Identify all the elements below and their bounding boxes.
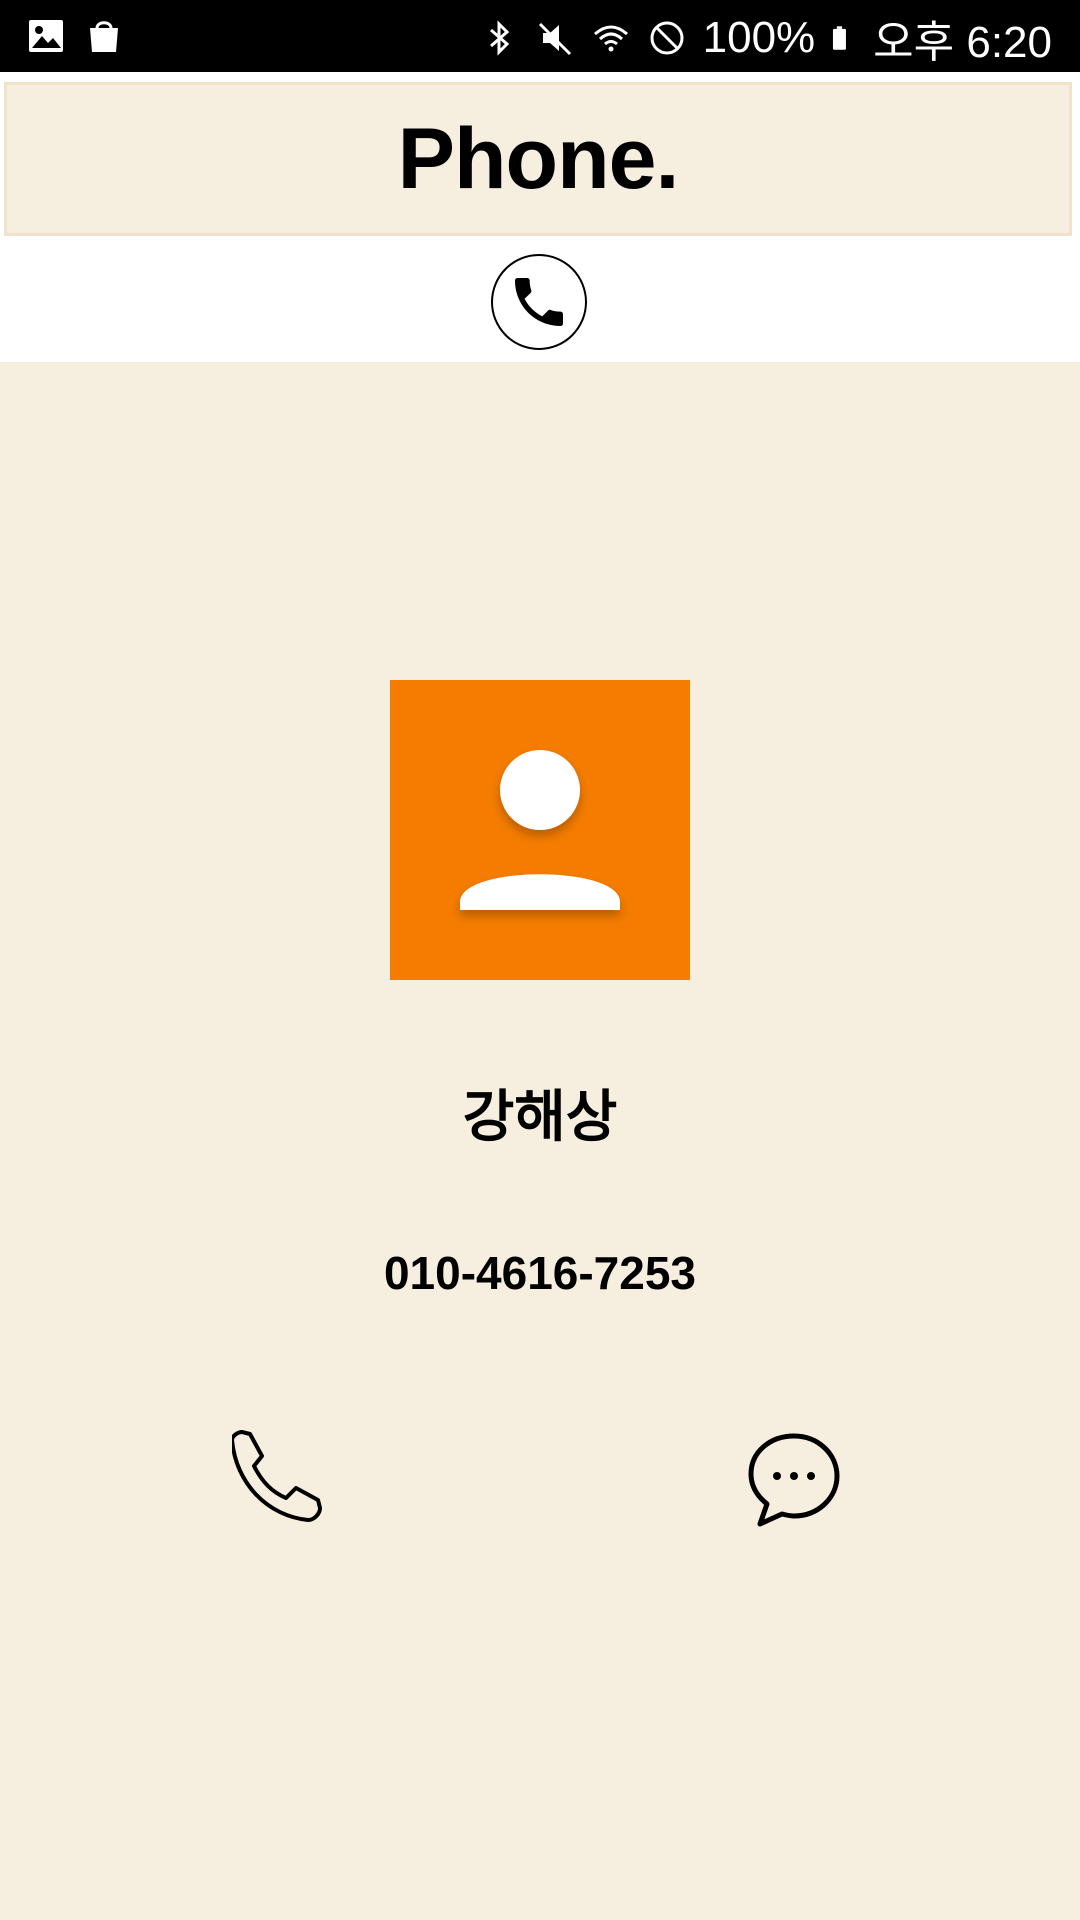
battery-icon: [833, 26, 847, 50]
header-phone-button[interactable]: [491, 254, 587, 350]
person-icon: [460, 750, 620, 910]
message-button[interactable]: [744, 1430, 844, 1530]
contact-phone-number: 010-4616-7253: [383, 1247, 697, 1299]
mute-icon: [538, 22, 571, 56]
page-title: Phone.: [397, 110, 680, 207]
gallery-icon: [29, 20, 63, 52]
phone-icon: [515, 278, 563, 326]
contact-name: 강해상: [462, 1085, 618, 1150]
do-not-disturb-icon: [650, 21, 684, 55]
call-icon: [230, 1430, 322, 1522]
call-button[interactable]: [230, 1430, 332, 1530]
status-right: 100% 오후 6:20: [479, 10, 1052, 67]
status-bar: 100% 오후 6:20: [0, 0, 1080, 72]
wifi-icon: [593, 25, 628, 52]
bluetooth-icon: [489, 20, 509, 56]
message-icon: [748, 1433, 840, 1527]
status-time: 오후 6:20: [873, 18, 1052, 67]
status-left-icons: [26, 16, 124, 56]
battery-percent: 100%: [702, 13, 816, 62]
shopping-bag-icon: [90, 21, 118, 52]
avatar: [390, 680, 690, 980]
app-header: Phone.: [4, 82, 1072, 236]
